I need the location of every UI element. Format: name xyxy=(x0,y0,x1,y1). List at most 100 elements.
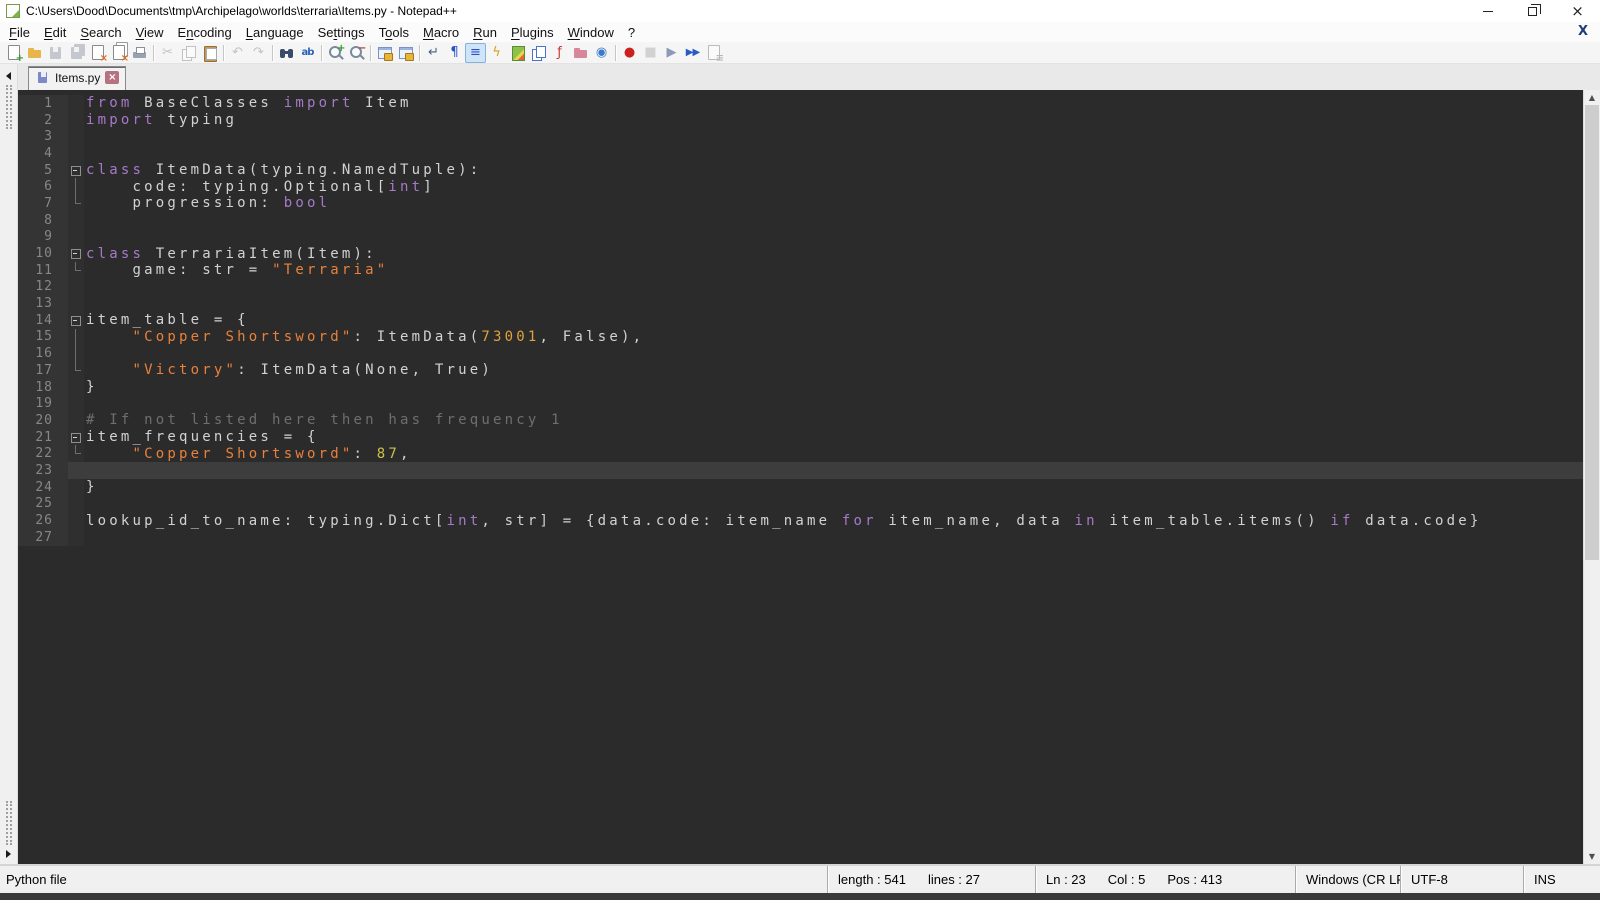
new-file-button[interactable]: + xyxy=(3,43,24,63)
dock-collapse-left-icon[interactable] xyxy=(6,72,11,80)
menu-plugins[interactable]: Plugins xyxy=(504,23,561,42)
sync-vertical-scroll-button[interactable] xyxy=(374,43,395,63)
fold-toggle-icon[interactable] xyxy=(68,429,84,446)
menu-settings[interactable]: Settings xyxy=(311,23,372,42)
fold-toggle-icon[interactable] xyxy=(68,162,84,179)
menu-search[interactable]: Search xyxy=(73,23,128,42)
code-line-8[interactable]: 8 xyxy=(18,212,1583,229)
code-line-27[interactable]: 27 xyxy=(18,529,1583,546)
code-line-3[interactable]: 3 xyxy=(18,128,1583,145)
status-insert-mode[interactable]: INS xyxy=(1523,866,1600,893)
paste-button[interactable] xyxy=(199,43,220,63)
code-line-18[interactable]: 18} xyxy=(18,379,1583,396)
code-line-4[interactable]: 4 xyxy=(18,145,1583,162)
minimize-button[interactable] xyxy=(1465,0,1510,22)
scroll-up-icon[interactable]: ▲ xyxy=(1584,90,1600,105)
code-line-23[interactable]: 23 xyxy=(18,462,1583,479)
code-line-13[interactable]: 13 xyxy=(18,295,1583,312)
dock-expand-right-icon[interactable] xyxy=(6,850,11,858)
code-line-22[interactable]: 22 "Copper Shortsword": 87, xyxy=(18,445,1583,462)
macro-run-multiple-button[interactable]: ▶▶ xyxy=(682,43,703,63)
code-line-26[interactable]: 26lookup_id_to_name: typing.Dict[int, st… xyxy=(18,512,1583,529)
code-line-21[interactable]: 21item_frequencies = { xyxy=(18,429,1583,446)
line-number: 13 xyxy=(18,295,68,312)
menu-view[interactable]: View xyxy=(129,23,171,42)
document-list-button[interactable] xyxy=(528,43,549,63)
code-line-5[interactable]: 5class ItemData(typing.NamedTuple): xyxy=(18,162,1583,179)
show-all-characters-button[interactable]: ¶ xyxy=(444,43,465,63)
menu-file[interactable]: File xyxy=(2,23,37,42)
zoom-in-button[interactable]: + xyxy=(325,43,346,63)
fold-toggle-icon[interactable] xyxy=(68,312,84,329)
tab-items-py[interactable]: Items.py xyxy=(28,66,126,90)
redo-button[interactable]: ↷ xyxy=(248,43,269,63)
macro-save-button[interactable]: ≡ xyxy=(703,43,724,63)
fold-toggle-icon[interactable] xyxy=(68,245,84,262)
function-list-button[interactable]: ƒ xyxy=(549,43,570,63)
close-button[interactable]: × xyxy=(1555,0,1600,22)
code-editor[interactable]: 1from BaseClasses import Item2import typ… xyxy=(18,90,1583,864)
word-wrap-button[interactable]: ↵ xyxy=(423,43,444,63)
code-line-9[interactable]: 9 xyxy=(18,229,1583,246)
dock-grip-bottom[interactable] xyxy=(6,801,12,845)
code-line-10[interactable]: 10class TerrariaItem(Item): xyxy=(18,245,1583,262)
menu-help[interactable]: ? xyxy=(621,23,642,42)
code-line-6[interactable]: 6 code: typing.Optional[int] xyxy=(18,178,1583,195)
code-line-7[interactable]: 7 progression: bool xyxy=(18,195,1583,212)
menu-tools[interactable]: Tools xyxy=(372,23,416,42)
open-file-button[interactable] xyxy=(24,43,45,63)
close-document-button[interactable]: X xyxy=(1578,24,1588,39)
menu-run[interactable]: Run xyxy=(466,23,504,42)
save-all-button[interactable] xyxy=(66,43,87,63)
cut-button[interactable]: ✂ xyxy=(157,43,178,63)
code-line-16[interactable]: 16 xyxy=(18,345,1583,362)
restore-button[interactable] xyxy=(1510,0,1555,22)
menu-window[interactable]: Window xyxy=(561,23,621,42)
scroll-down-icon[interactable]: ▼ xyxy=(1584,849,1600,864)
save-file-button[interactable] xyxy=(45,43,66,63)
code-line-24[interactable]: 24} xyxy=(18,479,1583,496)
code-line-19[interactable]: 19 xyxy=(18,395,1583,412)
line-number: 24 xyxy=(18,479,68,496)
zoom-in-badge: + xyxy=(337,43,345,54)
menu-encoding[interactable]: Encoding xyxy=(171,23,239,42)
fold-margin xyxy=(68,362,84,379)
doc-lightning-button[interactable]: ϟ xyxy=(486,43,507,63)
code-line-12[interactable]: 12 xyxy=(18,279,1583,296)
macro-stop-button[interactable]: ■ xyxy=(640,43,661,63)
macro-play-button[interactable]: ▶ xyxy=(661,43,682,63)
scrollbar-thumb[interactable] xyxy=(1585,105,1599,560)
print-button[interactable] xyxy=(129,43,150,63)
show-indent-guide-button[interactable]: ≡ xyxy=(465,43,486,63)
code-text xyxy=(84,496,1583,513)
dock-grip-top[interactable] xyxy=(6,85,12,129)
code-line-2[interactable]: 2import typing xyxy=(18,112,1583,129)
code-line-20[interactable]: 20# If not listed here then has frequenc… xyxy=(18,412,1583,429)
document-map-button[interactable] xyxy=(507,43,528,63)
code-line-15[interactable]: 15 "Copper Shortsword": ItemData(73001, … xyxy=(18,329,1583,346)
close-file-button[interactable]: × xyxy=(87,43,108,63)
folder-as-workspace-button[interactable] xyxy=(570,43,591,63)
code-line-17[interactable]: 17 "Victory": ItemData(None, True) xyxy=(18,362,1583,379)
copy-button[interactable] xyxy=(178,43,199,63)
code-line-11[interactable]: 11 game: str = "Terraria" xyxy=(18,262,1583,279)
close-all-button[interactable]: × xyxy=(108,43,129,63)
title-bar[interactable]: C:\Users\Dood\Documents\tmp\Archipelago\… xyxy=(0,0,1600,22)
line-number: 11 xyxy=(18,262,68,279)
menu-macro[interactable]: Macro xyxy=(416,23,466,42)
zoom-out-button[interactable]: − xyxy=(346,43,367,63)
vertical-scrollbar[interactable]: ▲ ▼ xyxy=(1583,90,1600,864)
menu-edit[interactable]: Edit xyxy=(37,23,73,42)
macro-record-button[interactable]: ● xyxy=(619,43,640,63)
menu-language[interactable]: Language xyxy=(239,23,311,42)
undo-button[interactable]: ↶ xyxy=(227,43,248,63)
sync-horizontal-scroll-button[interactable] xyxy=(395,43,416,63)
status-column: Col : 5 xyxy=(1108,872,1146,887)
find-button[interactable] xyxy=(276,43,297,63)
tab-close-icon[interactable] xyxy=(105,71,119,84)
code-line-25[interactable]: 25 xyxy=(18,496,1583,513)
monitoring-button[interactable]: ◉ xyxy=(591,43,612,63)
code-line-1[interactable]: 1from BaseClasses import Item xyxy=(18,95,1583,112)
replace-button[interactable]: ab xyxy=(297,43,318,63)
code-line-14[interactable]: 14item_table = { xyxy=(18,312,1583,329)
